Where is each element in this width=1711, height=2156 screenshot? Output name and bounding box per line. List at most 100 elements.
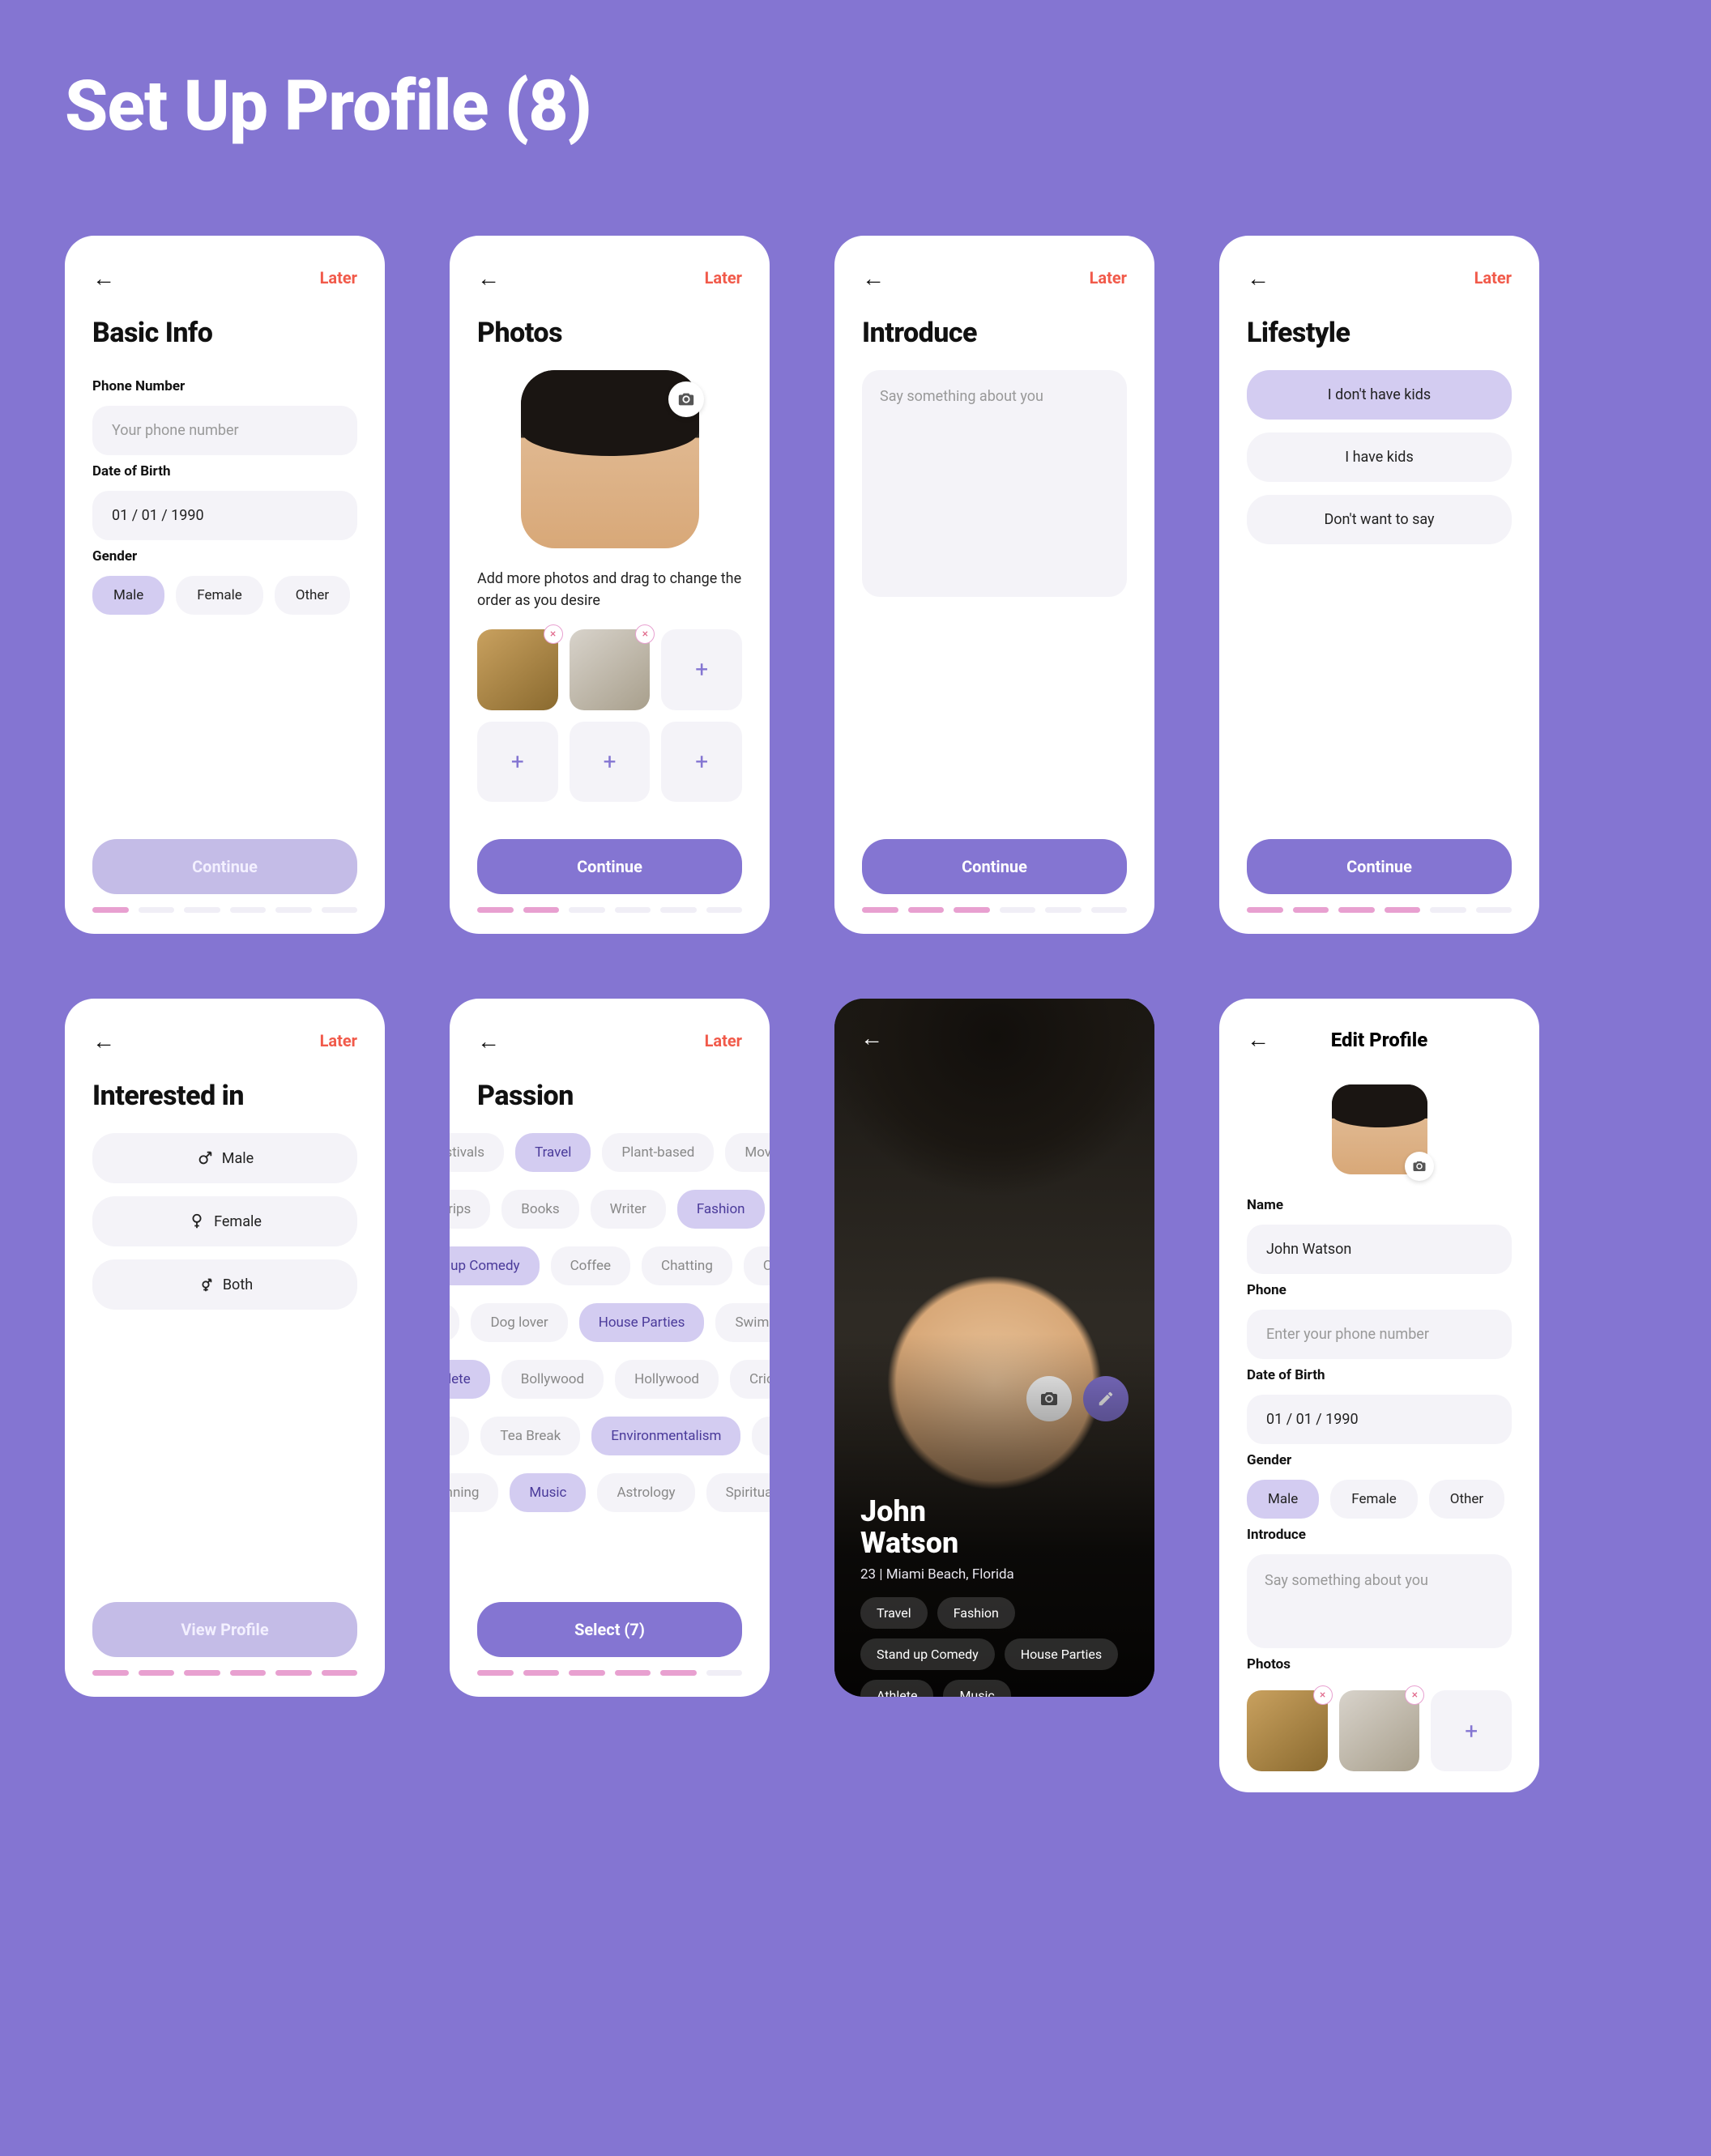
later-button[interactable]: Later [705, 1031, 742, 1050]
passion-chip[interactable]: Festivals [450, 1133, 504, 1172]
add-photo-slot[interactable]: + [1431, 1690, 1512, 1771]
profile-tag: Athlete [860, 1680, 933, 1697]
gender-male[interactable]: Male [92, 576, 164, 615]
later-button[interactable]: Later [1474, 268, 1512, 288]
profile-tag: Stand up Comedy [860, 1638, 995, 1670]
back-icon[interactable]: ← [477, 265, 500, 292]
continue-button[interactable]: Continue [1247, 839, 1512, 894]
gender-other[interactable]: Other [275, 576, 350, 615]
progress-bar [862, 907, 1127, 913]
back-icon[interactable]: ← [92, 1028, 115, 1055]
passion-chip[interactable]: Fashion [677, 1190, 765, 1229]
passion-chip[interactable]: Music [510, 1473, 586, 1512]
select-button[interactable]: Select (7) [477, 1602, 742, 1657]
passion-chip[interactable]: Travel [515, 1133, 591, 1172]
introduce-textarea[interactable]: Say something about you [862, 370, 1127, 597]
back-icon[interactable]: ← [862, 265, 885, 292]
passion-chip[interactable]: Road Trips [450, 1190, 490, 1229]
remove-photo-icon[interactable]: × [1313, 1685, 1333, 1705]
passion-chip[interactable]: Stand up Comedy [450, 1246, 540, 1285]
back-icon[interactable]: ← [1247, 265, 1269, 292]
later-button[interactable]: Later [1090, 268, 1127, 288]
female-icon [188, 1212, 206, 1230]
passion-chip[interactable]: Coffee [551, 1246, 630, 1285]
passion-chip[interactable]: Astrology [597, 1473, 694, 1512]
later-button[interactable]: Later [320, 268, 357, 288]
back-icon[interactable]: ← [477, 1028, 500, 1055]
profile-tag: Fashion [937, 1597, 1015, 1629]
gender-female[interactable]: Female [176, 576, 263, 615]
back-icon[interactable]: ← [1247, 1026, 1269, 1053]
section-title: Lifestyle [1247, 317, 1512, 349]
back-icon[interactable]: ← [92, 265, 115, 292]
passion-chip[interactable]: Dog lover [471, 1303, 567, 1342]
view-profile-button[interactable]: View Profile [92, 1602, 357, 1657]
interested-female[interactable]: Female [92, 1196, 357, 1246]
continue-button[interactable]: Continue [477, 839, 742, 894]
photo-grid: × × + + + + [477, 629, 742, 802]
phone-input[interactable]: Enter your phone number [1247, 1310, 1512, 1359]
photo-thumb[interactable]: × [1247, 1690, 1328, 1771]
phone-input[interactable]: Your phone number [92, 406, 357, 455]
name-input[interactable]: John Watson [1247, 1225, 1512, 1274]
remove-photo-icon[interactable]: × [1405, 1685, 1424, 1705]
introduce-textarea[interactable]: Say something about you [1247, 1554, 1512, 1648]
photo-thumb[interactable]: × [1339, 1690, 1420, 1771]
passion-chip[interactable]: Tea Break [480, 1417, 580, 1455]
later-button[interactable]: Later [320, 1031, 357, 1050]
passion-chip[interactable]: Cricket [730, 1360, 770, 1399]
back-icon[interactable]: ← [860, 1025, 883, 1051]
passion-chip[interactable]: Bollywood [501, 1360, 604, 1399]
photo-thumb[interactable]: × [477, 629, 558, 710]
passion-chip[interactable]: Plant-based [602, 1133, 714, 1172]
passion-chip[interactable]: Swimming [715, 1303, 770, 1342]
add-photo-slot[interactable]: + [661, 722, 742, 803]
passion-chip[interactable]: Writer [591, 1190, 666, 1229]
avatar[interactable] [1332, 1084, 1427, 1175]
later-button[interactable]: Later [705, 268, 742, 288]
passion-chip[interactable]: Environmentalism [591, 1417, 740, 1455]
passion-chip[interactable]: Spirituality [706, 1473, 770, 1512]
lifestyle-option[interactable]: I don't have kids [1247, 370, 1512, 420]
lifestyle-option[interactable]: Don't want to say [1247, 495, 1512, 544]
gender-label: Gender [92, 548, 357, 565]
passion-chip[interactable]: Trivia [450, 1417, 469, 1455]
passion-chip[interactable]: Chatting [642, 1246, 732, 1285]
passion-list: Festivals Travel Plant-based Movies Road Tri… [450, 1133, 770, 1512]
photo-grid: × × + [1247, 1690, 1512, 1771]
passion-chip[interactable]: House Parties [579, 1303, 705, 1342]
passion-chip[interactable]: Books [501, 1190, 578, 1229]
screen-photos: ← Later Photos Add more photos and drag … [450, 236, 770, 934]
remove-photo-icon[interactable]: × [544, 624, 563, 644]
passion-chip[interactable]: Hollywood [615, 1360, 719, 1399]
intro-label: Introduce [1247, 1527, 1512, 1543]
add-photo-slot[interactable]: + [570, 722, 651, 803]
interested-male[interactable]: Male [92, 1133, 357, 1183]
continue-button[interactable]: Continue [92, 839, 357, 894]
lifestyle-option[interactable]: I have kids [1247, 432, 1512, 482]
gender-other[interactable]: Other [1429, 1480, 1504, 1519]
passion-chip[interactable]: Yoga [752, 1417, 770, 1455]
section-title: Basic Info [92, 317, 357, 349]
photo-thumb[interactable]: × [570, 629, 651, 710]
continue-button[interactable]: Continue [862, 839, 1127, 894]
screen-passion: ← Later Passion FestivalsTravelPlant-bas… [450, 999, 770, 1697]
passion-chip[interactable]: Cycling [744, 1246, 770, 1285]
profile-tag: Travel [860, 1597, 928, 1629]
dob-input[interactable]: 01 / 01 / 1990 [1247, 1395, 1512, 1444]
remove-photo-icon[interactable]: × [635, 624, 655, 644]
interested-both[interactable]: Both [92, 1259, 357, 1310]
main-photo[interactable] [521, 370, 699, 548]
dob-input[interactable]: 01 / 01 / 1990 [92, 491, 357, 540]
passion-chip[interactable]: Running [450, 1473, 498, 1512]
gender-male[interactable]: Male [1247, 1480, 1319, 1519]
passion-chip[interactable]: Movies [725, 1133, 770, 1172]
passion-chip[interactable]: Athlete [450, 1360, 490, 1399]
add-photo-slot[interactable]: + [661, 629, 742, 710]
page-title: Set Up Profile (8) [65, 65, 1646, 147]
camera-icon[interactable] [668, 381, 704, 417]
gender-female[interactable]: Female [1330, 1480, 1418, 1519]
camera-icon[interactable] [1405, 1152, 1434, 1181]
add-photo-slot[interactable]: + [477, 722, 558, 803]
passion-chip[interactable]: DIY [450, 1303, 459, 1342]
